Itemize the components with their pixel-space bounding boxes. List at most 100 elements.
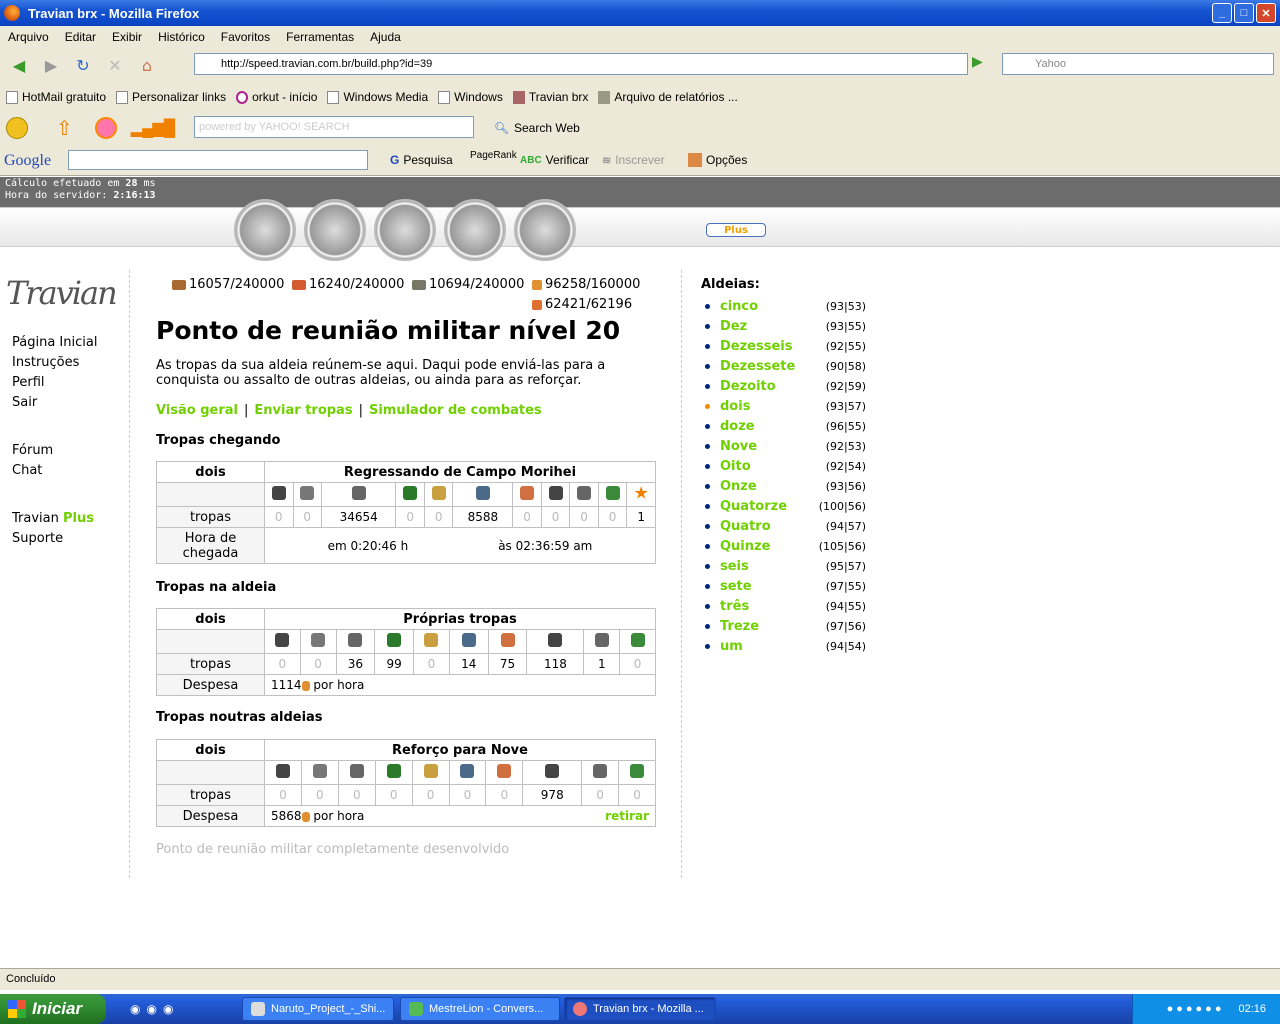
nav-pagina-inicial[interactable]: Página Inicial — [12, 335, 97, 350]
search-web-button[interactable]: Search Web — [514, 121, 580, 135]
village-item[interactable]: três (94|55) — [701, 596, 866, 616]
village-name[interactable]: Quinze — [720, 539, 770, 554]
village-name[interactable]: sete — [720, 579, 752, 594]
link-enviar-tropas[interactable]: Enviar tropas — [254, 403, 352, 418]
village-name[interactable]: seis — [720, 559, 749, 574]
village-link[interactable]: dois — [156, 461, 265, 483]
village-name[interactable]: Dezessete — [720, 359, 795, 374]
village-link[interactable]: dois — [156, 739, 265, 761]
link-simulador[interactable]: Simulador de combates — [369, 403, 542, 418]
menu-ferramentas[interactable]: Ferramentas — [286, 30, 354, 44]
signal-bars-icon[interactable]: ▂▄▆█ — [131, 118, 175, 138]
village-link[interactable]: dois — [156, 608, 265, 630]
village-name[interactable]: Dezoito — [720, 379, 776, 394]
village-name[interactable]: um — [720, 639, 743, 654]
nav-suporte[interactable]: Suporte — [12, 531, 63, 546]
village-item[interactable]: Quatro (94|57) — [701, 516, 866, 536]
stop-icon[interactable]: ✕ — [102, 52, 128, 78]
google-search-input[interactable] — [68, 150, 368, 170]
village-item[interactable]: doze (96|55) — [701, 416, 866, 436]
link-visao-geral[interactable]: Visão geral — [156, 403, 238, 418]
search-field[interactable]: Yahoo — [1002, 53, 1274, 75]
village-name[interactable]: Dez — [720, 319, 747, 334]
statistics-icon[interactable] — [444, 199, 506, 261]
village-name[interactable]: dois — [720, 399, 750, 414]
pesquisa-button[interactable]: G Pesquisa — [390, 153, 453, 167]
village-name[interactable]: Quatorze — [720, 499, 787, 514]
nav-travian-plus[interactable]: Travian Plus — [12, 511, 94, 526]
village-name[interactable]: Dezesseis — [720, 339, 792, 354]
village-item[interactable]: cinco (93|53) — [701, 296, 866, 316]
village-center-icon[interactable] — [304, 199, 366, 261]
nav-forum[interactable]: Fórum — [12, 443, 53, 458]
bookmark-travian[interactable]: Travian brx — [512, 90, 588, 104]
village-item[interactable]: dois (93|57) — [701, 396, 866, 416]
village-item[interactable]: um (94|54) — [701, 636, 866, 656]
menu-editar[interactable]: Editar — [65, 30, 96, 44]
table-header[interactable]: Reforço para Nove — [264, 739, 656, 761]
withdraw-link[interactable]: retirar — [605, 809, 649, 823]
reload-icon[interactable]: ↻ — [70, 52, 96, 78]
nav-sair[interactable]: Sair — [12, 395, 37, 410]
village-name[interactable]: três — [720, 599, 749, 614]
village-item[interactable]: Quinze (105|56) — [701, 536, 866, 556]
nav-instrucoes[interactable]: Instruções — [12, 355, 79, 370]
village-item[interactable]: Treze (97|56) — [701, 616, 866, 636]
url-field[interactable]: http://speed.travian.com.br/build.php?id… — [194, 53, 968, 75]
up-arrow-icon[interactable]: ⇧ — [56, 116, 73, 141]
forward-arrow-icon[interactable]: ▶ — [38, 52, 64, 78]
village-item[interactable]: Nove (92|53) — [701, 436, 866, 456]
minimize-button[interactable]: _ — [1212, 3, 1232, 23]
google-logo[interactable]: Google — [4, 152, 51, 170]
bookmark-relatorios[interactable]: Arquivo de relatórios ... — [598, 90, 738, 104]
village-name[interactable]: Quatro — [720, 519, 771, 534]
reports-icon[interactable] — [514, 199, 576, 261]
star-icon[interactable] — [94, 117, 117, 139]
home-icon[interactable]: ⌂ — [134, 52, 160, 78]
village-item[interactable]: sete (97|55) — [701, 576, 866, 596]
plus-button[interactable]: Plus — [706, 223, 766, 237]
village-name[interactable]: Oito — [720, 459, 751, 474]
village-item[interactable]: Dez (93|55) — [701, 316, 866, 336]
back-arrow-icon[interactable]: ◀ — [6, 52, 32, 78]
bookmark-windows[interactable]: Windows — [438, 90, 503, 104]
bookmark-hotmail[interactable]: HotMail gratuito — [6, 90, 106, 104]
village-name[interactable]: Treze — [720, 619, 759, 634]
bookmark-orkut[interactable]: orkut - início — [236, 90, 317, 104]
bookmark-windows-media[interactable]: Windows Media — [327, 90, 428, 104]
travian-logo[interactable]: Travian — [6, 274, 118, 312]
messenger-icon[interactable] — [6, 117, 28, 139]
map-icon[interactable] — [374, 199, 436, 261]
table-header[interactable]: Regressando de Campo Morihei — [264, 461, 656, 483]
menu-ajuda[interactable]: Ajuda — [370, 30, 401, 44]
bookmark-personalizar[interactable]: Personalizar links — [116, 90, 226, 104]
menu-favoritos[interactable]: Favoritos — [221, 30, 270, 44]
village-item[interactable]: Dezesseis (92|55) — [701, 336, 866, 356]
task-messenger[interactable]: MestreLion - Convers... — [400, 997, 560, 1021]
opcoes-button[interactable]: Opções — [688, 153, 747, 167]
close-button[interactable]: ✕ — [1256, 3, 1276, 23]
verificar-button[interactable]: ABC Verificar — [520, 153, 589, 167]
village-name[interactable]: Nove — [720, 439, 757, 454]
village-item[interactable]: Dezessete (90|58) — [701, 356, 866, 376]
menu-exibir[interactable]: Exibir — [112, 30, 142, 44]
village-item[interactable]: Onze (93|56) — [701, 476, 866, 496]
quick-launch-icons[interactable]: ◉◉◉ — [130, 1002, 179, 1016]
village-overview-icon[interactable] — [234, 199, 296, 261]
maximize-button[interactable]: □ — [1234, 3, 1254, 23]
task-firefox[interactable]: Travian brx - Mozilla ... — [564, 997, 716, 1021]
menu-historico[interactable]: Histórico — [158, 30, 205, 44]
go-arrow-icon[interactable]: ▶ — [972, 54, 992, 74]
nav-chat[interactable]: Chat — [12, 463, 42, 478]
village-item[interactable]: seis (95|57) — [701, 556, 866, 576]
tray-icons[interactable]: ●●●●●● — [1167, 1003, 1225, 1015]
village-name[interactable]: Onze — [720, 479, 757, 494]
menu-arquivo[interactable]: Arquivo — [8, 30, 49, 44]
village-item[interactable]: Oito (92|54) — [701, 456, 866, 476]
village-name[interactable]: cinco — [720, 299, 758, 314]
inscrever-button[interactable]: ≋ Inscrever — [602, 153, 665, 167]
village-item[interactable]: Quatorze (100|56) — [701, 496, 866, 516]
village-name[interactable]: doze — [720, 419, 755, 434]
start-button[interactable]: Iniciar — [0, 994, 106, 1024]
village-item[interactable]: Dezoito (92|59) — [701, 376, 866, 396]
